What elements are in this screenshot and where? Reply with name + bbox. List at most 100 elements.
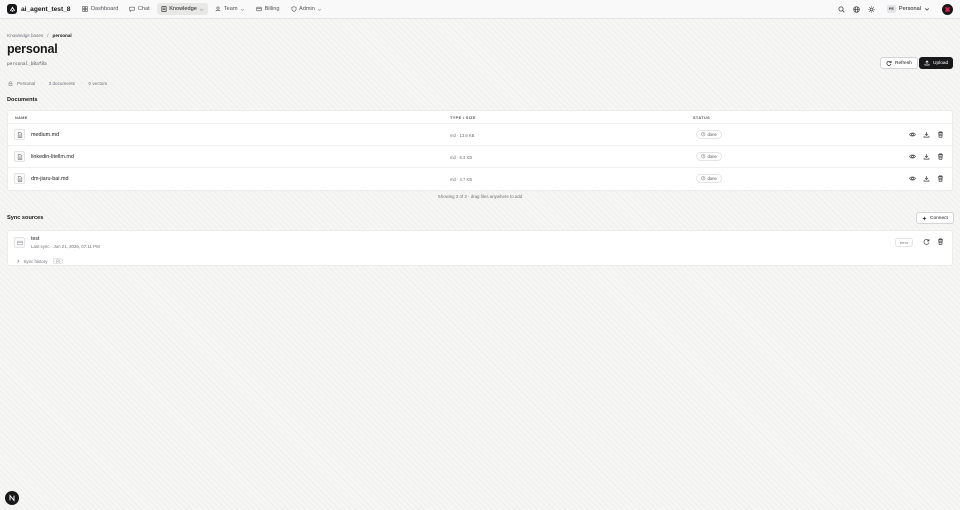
chevron-down-icon [199,7,204,12]
top-nav: ai_agent_test_8 Dashboard Chat Knowledge… [0,0,960,19]
sync-source-name: test [31,236,40,242]
upload-icon [924,60,930,66]
team-icon [215,6,221,12]
column-status: STATUS [693,116,711,120]
row-actions [909,153,944,160]
globe-icon[interactable] [853,5,860,13]
table-row: linkedin-litellm.md md · 6.3 KB done [8,146,952,168]
status-badge: done [696,174,722,183]
eye-icon[interactable] [909,175,916,182]
eye-icon[interactable] [909,131,916,138]
sync-last-time: Last sync · Jun 21, 2026, 07:11 PM [31,244,100,249]
eye-icon[interactable] [909,153,916,160]
status-text: done [707,176,717,181]
table-header: NAME TYPE / SIZE STATUS [8,111,952,124]
nav-item-label: Billing [264,6,280,12]
meta-documents: 3 documents [48,81,75,86]
chevron-down-icon [924,6,930,12]
n-logo-icon [9,494,15,502]
chevron-down-icon [317,7,322,12]
connect-button[interactable]: Connect [916,212,954,224]
table-row: medium.md md · 13.6 KB done [8,124,952,146]
card-icon [256,6,262,12]
assistant-fab[interactable] [5,491,19,505]
page-title: personal [7,42,58,56]
file-type-size: md · 6.3 KB [450,155,473,160]
breadcrumb-separator: / [47,33,49,38]
download-icon[interactable] [923,153,930,160]
status-badge: done [696,152,722,161]
download-icon[interactable] [923,175,930,182]
file-type-size: md · 13.6 KB [450,133,475,138]
kb-meta: Personal · 3 documents · 0 vectors [8,81,107,86]
sync-source-icon [14,237,25,248]
sync-history-count: (2) [53,258,63,264]
user-avatar[interactable] [942,3,953,15]
file-name[interactable]: dm-jiaru-bai.md [31,176,68,182]
file-type-size: md · 4.7 KB [450,177,473,182]
refresh-icon[interactable] [923,238,930,245]
trash-icon[interactable] [937,238,944,245]
sun-icon[interactable] [868,5,875,13]
nav-item-knowledge[interactable]: Knowledge [156,3,209,15]
nav-item-admin[interactable]: Admin [287,3,327,15]
chat-icon [129,6,136,12]
file-name[interactable]: linkedin-litellm.md [31,154,74,160]
clock-icon [701,132,706,137]
brand-logo-icon [7,4,17,14]
sync-sources-heading: Sync sources [7,215,44,221]
documents-footer-note: Showing 3 of 3 · drag files anywhere to … [437,194,523,199]
chevron-down-icon [240,7,245,12]
sync-source-card: test Last sync · Jun 21, 2026, 07:11 PM … [7,230,953,266]
connect-label: Connect [930,215,948,221]
meta-separator: · [80,81,83,86]
brand-name: ai_agent_test_8 [21,5,71,13]
nav-item-dashboard[interactable]: Dashboard [78,3,122,15]
workspace-label: Personal [898,6,921,12]
file-name[interactable]: medium.md [31,132,59,138]
plus-icon [922,216,927,221]
refresh-button[interactable]: Refresh [880,57,918,69]
page-slug: personal_b8af8a [7,62,47,67]
status-badge: done [696,130,722,139]
trash-icon[interactable] [937,131,944,138]
refresh-icon [886,60,892,66]
upload-button[interactable]: Upload [919,57,954,69]
row-actions [909,175,944,182]
clock-icon [701,176,706,181]
download-icon[interactable] [923,131,930,138]
status-badge: error [895,238,914,247]
book-icon [161,6,167,12]
nav-item-label: Dashboard [90,6,119,12]
status-text: done [707,132,717,137]
column-name: NAME [15,116,28,120]
nav-item-billing[interactable]: Billing [252,3,283,15]
search-icon[interactable] [838,6,845,13]
status-text: done [707,154,717,159]
breadcrumb-current: personal [52,33,72,38]
nav-item-label: Team [223,6,238,12]
chevron-right-icon [16,259,21,264]
sync-actions [923,238,944,245]
row-actions [909,131,944,138]
sync-history-toggle[interactable]: Sync history (2) [16,258,63,264]
column-type-size: TYPE / SIZE [450,116,476,120]
workspace-badge: PE [886,5,896,13]
file-icon [14,151,25,162]
file-icon [14,129,25,140]
upload-label: Upload [933,60,949,66]
nav-item-label: Knowledge [169,6,197,12]
shield-icon [291,6,297,12]
trash-icon[interactable] [937,175,944,182]
refresh-label: Refresh [895,60,912,66]
breadcrumb: Knowledge bases / personal [7,33,72,38]
documents-table: NAME TYPE / SIZE STATUS medium.md md · 1… [7,110,953,191]
trash-icon[interactable] [937,153,944,160]
brand[interactable]: ai_agent_test_8 [7,4,70,14]
nav-item-chat[interactable]: Chat [125,3,153,15]
lock-icon [8,81,13,86]
workspace-switcher[interactable]: PE Personal [883,3,934,15]
nav-item-team[interactable]: Team [211,3,249,15]
breadcrumb-parent[interactable]: Knowledge bases [7,33,43,38]
meta-separator: · [41,81,43,86]
